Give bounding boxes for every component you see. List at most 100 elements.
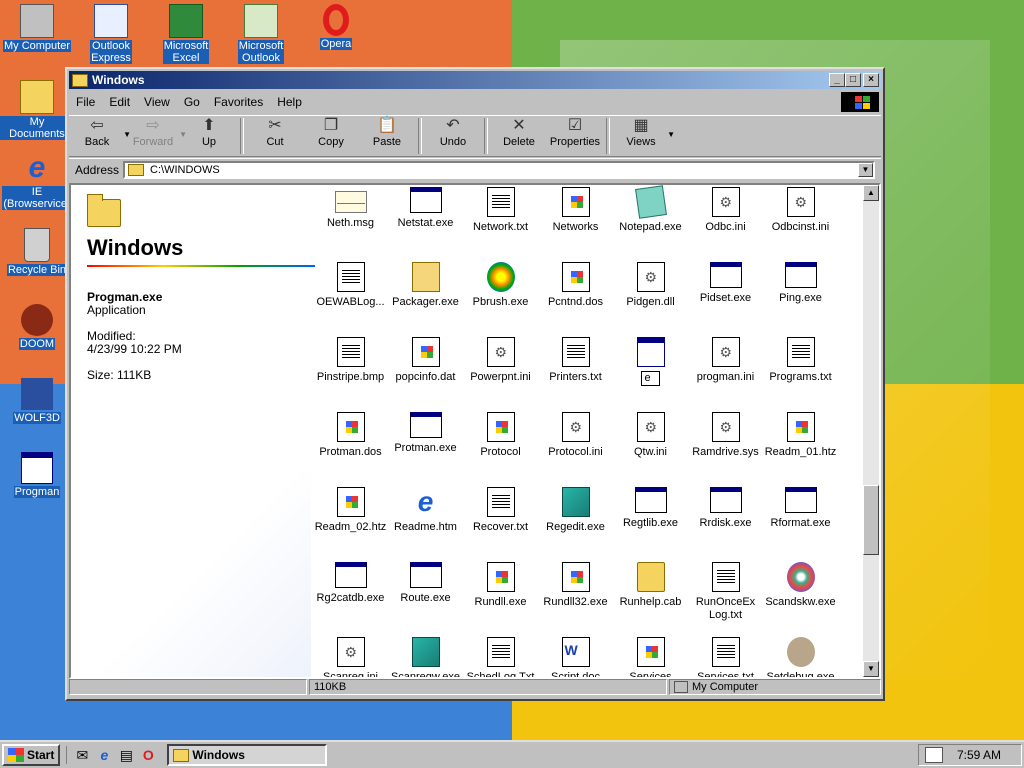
file-item[interactable]: Protman.exe	[388, 412, 463, 455]
dropdown-arrow-icon[interactable]: ▼	[858, 163, 873, 177]
delete-button[interactable]: ✕ Delete	[491, 116, 547, 156]
copy-button[interactable]: ❐ Copy	[303, 116, 359, 156]
desktop-icon-outlook-express[interactable]: Outlook Express	[74, 4, 148, 64]
file-item[interactable]: Printers.txt	[538, 337, 613, 384]
address-field[interactable]: C:\WINDOWS ▼	[123, 161, 875, 179]
menu-favorites[interactable]: Favorites	[207, 95, 270, 109]
back-button[interactable]: ⇦ Back ▼	[69, 116, 131, 156]
file-item[interactable]: Ramdrive.sys	[688, 412, 763, 459]
desktop-icon-outlook[interactable]: Microsoft Outlook	[224, 4, 298, 64]
file-item[interactable]: Pbrush.exe	[463, 262, 538, 309]
file-item[interactable]: Protocol.ini	[538, 412, 613, 459]
file-item[interactable]: Regtlib.exe	[613, 487, 688, 530]
menu-view[interactable]: View	[137, 95, 177, 109]
file-item[interactable]: Scanreg.ini	[313, 637, 388, 677]
forward-button[interactable]: ⇨ Forward ▼	[125, 116, 187, 156]
scroll-down-button[interactable]: ▼	[863, 661, 879, 677]
desktop-icon-doom[interactable]: DOOM	[0, 304, 74, 350]
scroll-up-button[interactable]: ▲	[863, 185, 879, 201]
file-label: Regtlib.exe	[622, 517, 679, 529]
file-item[interactable]: progman.ini	[688, 337, 763, 384]
scroll-thumb[interactable]	[863, 485, 879, 555]
file-item[interactable]: Neth.msg	[313, 187, 388, 230]
file-item[interactable]: Netstat.exe	[388, 187, 463, 230]
file-item[interactable]: Regedit.exe	[538, 487, 613, 534]
menu-help[interactable]: Help	[270, 95, 309, 109]
paste-button[interactable]: 📋 Paste	[359, 116, 415, 156]
properties-button[interactable]: ☑ Properties	[547, 116, 603, 156]
file-item[interactable]: Odbc.ini	[688, 187, 763, 234]
desktop-icon-excel[interactable]: Microsoft Excel	[149, 4, 223, 64]
menu-file[interactable]: File	[69, 95, 102, 109]
opera-icon[interactable]: O	[139, 746, 157, 764]
file-item[interactable]: Odbcinst.ini	[763, 187, 838, 234]
minimize-button[interactable]: _	[829, 73, 845, 87]
file-item[interactable]: Qtw.ini	[613, 412, 688, 459]
cut-button[interactable]: ✂ Cut	[247, 116, 303, 156]
file-item[interactable]: Readm_01.htz	[763, 412, 838, 459]
file-item[interactable]: RunOnceEx Log.txt	[688, 562, 763, 622]
file-item[interactable]: SchedLog.Txt	[463, 637, 538, 677]
ie-icon[interactable]: e	[95, 746, 113, 764]
file-item[interactable]: Rg2catdb.exe	[313, 562, 388, 605]
file-item[interactable]: Scandskw.exe	[763, 562, 838, 609]
desktop-icon-my-documents[interactable]: My Documents	[0, 80, 74, 140]
file-item[interactable]: Script.doc	[538, 637, 613, 677]
file-item[interactable]: Scanregw.exe	[388, 637, 463, 677]
up-button[interactable]: ⬆ Up	[181, 116, 237, 156]
desktop-icon-wolf3d[interactable]: WOLF3D	[0, 378, 74, 424]
file-item[interactable]: Pinstripe.bmp	[313, 337, 388, 384]
file-item[interactable]: Setdebug.exe	[763, 637, 838, 677]
undo-button[interactable]: ↶ Undo	[425, 116, 481, 156]
menu-go[interactable]: Go	[177, 95, 207, 109]
file-item[interactable]: popcinfo.dat	[388, 337, 463, 384]
vertical-scrollbar[interactable]: ▲ ▼	[863, 185, 879, 677]
file-item[interactable]: Rundll.exe	[463, 562, 538, 609]
file-item[interactable]: Route.exe	[388, 562, 463, 605]
file-item[interactable]: Services	[613, 637, 688, 677]
views-button[interactable]: ▦ Views ▼	[613, 116, 675, 156]
desktop-icon-ie[interactable]: e IE (Browservice)	[0, 152, 74, 210]
file-item[interactable]: Protman.dos	[313, 412, 388, 459]
ie-icon: e	[28, 151, 46, 184]
show-desktop-icon[interactable]: ▤	[117, 746, 135, 764]
file-item[interactable]: Services.txt	[688, 637, 763, 677]
file-item[interactable]: e Readme.htm	[388, 487, 463, 534]
desktop-icon-recycle-bin[interactable]: Recycle Bin	[0, 228, 74, 276]
desktop-icon-my-computer[interactable]: My Computer	[0, 4, 74, 52]
outlook-express-icon[interactable]: ✉	[73, 746, 91, 764]
file-item[interactable]: Pidset.exe	[688, 262, 763, 305]
maximize-button[interactable]: □	[845, 73, 861, 87]
file-grid: Neth.msg Netstat.exe Network.txt Networks No…	[313, 185, 865, 677]
file-item[interactable]: e	[613, 337, 688, 386]
title-bar[interactable]: Windows _ □ ×	[69, 71, 881, 89]
file-item[interactable]: Programs.txt	[763, 337, 838, 384]
dropdown-arrow-icon[interactable]: ▼	[667, 130, 675, 139]
file-item[interactable]: Rformat.exe	[763, 487, 838, 530]
desktop-icon-progman[interactable]: Progman	[0, 452, 74, 498]
menu-edit[interactable]: Edit	[102, 95, 137, 109]
file-item[interactable]: Networks	[538, 187, 613, 234]
clock[interactable]: 7:59 AM	[957, 748, 1001, 762]
start-button[interactable]: Start	[2, 744, 61, 766]
taskbar-button-windows[interactable]: Windows	[167, 744, 328, 766]
file-item[interactable]: Protocol	[463, 412, 538, 459]
file-item[interactable]: Ping.exe	[763, 262, 838, 305]
desktop-icon-opera[interactable]: Opera	[299, 4, 373, 50]
file-item[interactable]: Packager.exe	[388, 262, 463, 309]
file-item[interactable]: Rrdisk.exe	[688, 487, 763, 530]
close-button[interactable]: ×	[863, 73, 879, 87]
file-item[interactable]: Readm_02.htz	[313, 487, 388, 534]
file-item[interactable]: Pcntnd.dos	[538, 262, 613, 309]
file-label[interactable]: e	[641, 371, 660, 386]
file-item[interactable]: Notepad.exe	[613, 185, 688, 234]
file-item[interactable]: Network.txt	[463, 187, 538, 234]
file-item[interactable]: Powerpnt.ini	[463, 337, 538, 384]
scheduler-icon[interactable]	[925, 747, 943, 763]
file-item[interactable]: Rundll32.exe	[538, 562, 613, 609]
address-value[interactable]: C:\WINDOWS	[150, 164, 220, 176]
file-item[interactable]: Recover.txt	[463, 487, 538, 534]
file-item[interactable]: Runhelp.cab	[613, 562, 688, 609]
file-item[interactable]: OEWABLog...	[313, 262, 388, 309]
file-item[interactable]: Pidgen.dll	[613, 262, 688, 309]
